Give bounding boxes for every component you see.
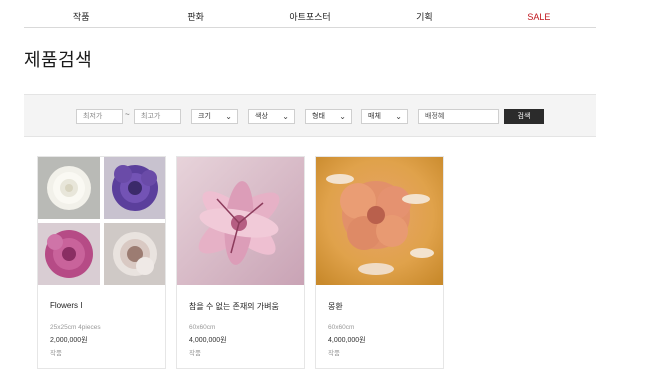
price-range-separator: ~ — [125, 110, 130, 119]
medium-select[interactable]: 매체 ⌄ — [361, 109, 408, 124]
chevron-down-icon: ⌄ — [225, 112, 232, 121]
chevron-down-icon: ⌄ — [395, 112, 402, 121]
product-size: 25x25cm 4pieces — [50, 324, 101, 331]
product-size: 60x60cm — [328, 324, 355, 331]
artist-search-input[interactable]: 배정혜 — [418, 109, 499, 124]
search-button[interactable]: 검색 — [504, 109, 544, 124]
shape-select[interactable]: 형태 ⌄ — [305, 109, 352, 124]
color-select-label: 색상 — [255, 113, 268, 120]
page-title: 제품검색 — [24, 50, 93, 70]
medium-select-label: 매체 — [368, 113, 381, 120]
nav-item-curated[interactable]: 기획 — [367, 6, 481, 27]
product-image-flowers — [38, 157, 165, 285]
product-name[interactable]: 참을 수 없는 존재의 가벼움 — [189, 301, 279, 312]
nav-item-art-posters[interactable]: 아트포스터 — [253, 6, 367, 27]
product-image[interactable] — [316, 157, 443, 285]
chevron-down-icon: ⌄ — [339, 112, 346, 121]
product-card[interactable]: Flowers I 25x25cm 4pieces 2,000,000원 작품 — [37, 156, 166, 369]
product-size: 60x60cm — [189, 324, 216, 331]
max-price-input[interactable]: 최고가 — [134, 109, 181, 124]
product-price: 4,000,000원 — [328, 337, 366, 344]
shape-select-label: 형태 — [312, 113, 325, 120]
nav-item-sale[interactable]: SALE — [482, 6, 596, 27]
nav-item-works[interactable]: 작품 — [24, 6, 138, 27]
product-price: 2,000,000원 — [50, 337, 88, 344]
product-category: 작품 — [328, 350, 340, 357]
size-select-label: 크기 — [198, 113, 211, 120]
product-name[interactable]: Flowers I — [50, 301, 82, 310]
product-category: 작품 — [189, 350, 201, 357]
product-name[interactable]: 몽환 — [328, 301, 343, 312]
min-price-input[interactable]: 최저가 — [76, 109, 123, 124]
product-image[interactable] — [177, 157, 304, 285]
size-select[interactable]: 크기 ⌄ — [191, 109, 238, 124]
chevron-down-icon: ⌄ — [282, 112, 289, 121]
product-image-lily — [177, 157, 304, 285]
product-image-dream — [316, 157, 443, 285]
top-navigation: 작품 판화 아트포스터 기획 SALE — [24, 6, 596, 28]
product-price: 4,000,000원 — [189, 337, 227, 344]
product-card[interactable]: 몽환 60x60cm 4,000,000원 작품 — [315, 156, 444, 369]
search-filter-bar: 최저가 ~ 최고가 크기 ⌄ 색상 ⌄ 형태 ⌄ 매체 ⌄ 배정혜 검색 — [24, 94, 596, 137]
nav-item-prints[interactable]: 판화 — [138, 6, 252, 27]
color-select[interactable]: 색상 ⌄ — [248, 109, 295, 124]
product-image[interactable] — [38, 157, 165, 285]
product-category: 작품 — [50, 350, 62, 357]
product-card[interactable]: 참을 수 없는 존재의 가벼움 60x60cm 4,000,000원 작품 — [176, 156, 305, 369]
